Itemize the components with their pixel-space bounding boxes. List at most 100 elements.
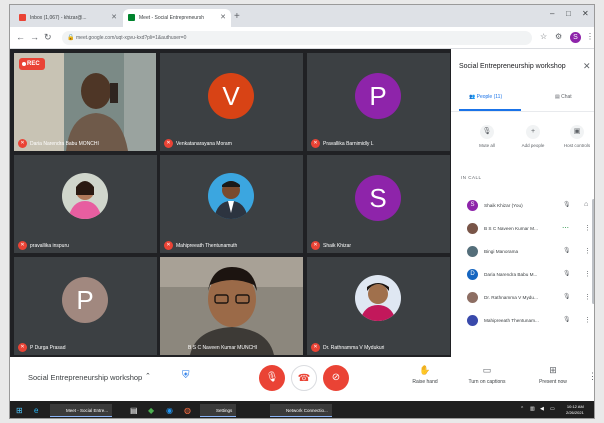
more-options-icon[interactable]: ⋮ — [584, 224, 591, 232]
participant-name: P Durga Prasad — [30, 345, 66, 351]
participant-tile[interactable]: B S C Naveen Kumar MUNCHI — [160, 257, 303, 355]
participant-name: Shaik Khizar — [323, 243, 352, 249]
captions-button[interactable]: ▭ Turn on captions — [460, 365, 514, 385]
participant-name: Daria Narendra Babu MONCHI — [30, 141, 99, 147]
tab-people[interactable]: 👥 People (11) — [469, 94, 502, 100]
more-options-icon[interactable]: ⋮ — [584, 293, 591, 301]
close-window-icon[interactable]: ✕ — [582, 9, 589, 18]
close-tab-icon[interactable]: ✕ — [220, 13, 226, 21]
chevron-up-icon[interactable]: ⌃ — [145, 372, 151, 380]
back-icon[interactable]: ← — [16, 32, 25, 42]
participant-row[interactable]: D Daria Narendra Babu M... 🎙 ⋮ — [451, 264, 594, 286]
mic-off-icon: 🎙 — [480, 125, 494, 139]
participant-tile[interactable]: ✕ pravallika inspuru — [14, 155, 157, 253]
taskbar-app-label: Settings — [216, 408, 233, 413]
recording-badge: REC — [19, 58, 45, 70]
more-options-icon[interactable]: ⋮ — [584, 316, 591, 324]
more-options-icon[interactable]: ⋮ — [588, 371, 594, 382]
participant-name: Mahipreeath Thentunamuth — [176, 243, 238, 249]
close-panel-icon[interactable]: ✕ — [583, 61, 591, 72]
more-options-icon[interactable]: ⋮ — [584, 270, 591, 278]
maximize-icon[interactable]: □ — [566, 9, 571, 18]
keyboard-icon[interactable]: ▭ — [550, 406, 555, 412]
participant-row[interactable]: Bingi Manorama 🎙 ⋮ — [451, 241, 594, 263]
network-icon[interactable]: ▥ — [530, 406, 535, 412]
participant-avatar — [467, 246, 478, 257]
shield-icon[interactable]: ⛨ — [182, 370, 190, 381]
minimize-icon[interactable]: – — [550, 9, 554, 18]
volume-icon[interactable]: ◀ — [540, 406, 544, 412]
camera-off-icon: ⊘ — [331, 372, 341, 383]
participant-tile[interactable]: S ✕ Shaik Khizar — [307, 155, 450, 253]
participant-avatar: V — [208, 73, 254, 119]
edge-icon[interactable]: e — [34, 404, 38, 417]
hand-icon: ✋ — [419, 365, 431, 375]
mic-off-icon: 🎙 — [563, 202, 571, 208]
participant-row[interactable]: Dr. Rathnamma V Mydu... 🎙 ⋮ — [451, 287, 594, 309]
participant-row[interactable]: S Shaik Khizar (You) 🎙 ⌂ — [451, 195, 594, 217]
present-icon: ⊞ — [549, 365, 557, 375]
tab-meet[interactable]: Meet - Social Entrepreneursh ✕ — [123, 9, 231, 27]
participant-photo — [62, 173, 108, 219]
panel-scrollbar[interactable] — [592, 199, 594, 304]
in-call-heading: IN CALL — [461, 175, 482, 180]
bookmark-star-icon[interactable]: ☆ — [540, 32, 547, 41]
participant-tile[interactable]: ✕ Mahipreeath Thentunamuth — [160, 155, 303, 253]
pin-icon[interactable]: ⌂ — [584, 201, 588, 208]
browser-menu-icon[interactable]: ⋮ — [586, 32, 594, 41]
people-icon: 👥 — [469, 94, 476, 100]
video-grid: REC ✕ Daria Narendra Babu MONCHI V ✕ Ven… — [10, 49, 451, 357]
store-icon[interactable]: ◆ — [148, 404, 154, 417]
muted-icon: ✕ — [18, 343, 27, 352]
file-explorer-icon[interactable]: ▤ — [130, 404, 138, 417]
present-now-button[interactable]: ⊞ Present now — [526, 365, 580, 385]
muted-icon: ✕ — [164, 139, 173, 148]
leave-call-button[interactable]: ☎ — [291, 365, 317, 391]
new-tab-button[interactable]: + — [234, 11, 240, 22]
microphone-toggle-button[interactable]: 🎙 — [259, 365, 285, 391]
camera-toggle-button[interactable]: ⊘ — [323, 365, 349, 391]
add-people-button[interactable]: + Add people — [513, 125, 553, 148]
participant-tile[interactable]: ✕ Dr. Rathnamma V Mydukuri — [307, 257, 450, 355]
address-bar[interactable]: 🔒 meet.google.com/uqt-xgvu-kxd?pli=1&aut… — [62, 31, 532, 45]
participant-avatar: S — [467, 200, 478, 211]
taskbar-app-network[interactable]: Network Connectio... — [270, 404, 332, 417]
participant-avatar: P — [355, 73, 401, 119]
tab-chat[interactable]: ▤ Chat — [555, 94, 572, 100]
gmail-icon — [19, 14, 26, 21]
tab-gmail[interactable]: Inbox (1,067) - khizar@... ✕ — [14, 9, 122, 27]
participant-tile[interactable]: P ✕ Pravallika Barnimidly L — [307, 53, 450, 151]
muted-icon: ✕ — [311, 241, 320, 250]
windows-start-icon[interactable]: ⊞ — [16, 404, 23, 417]
host-controls-button[interactable]: ▣ Host controls — [557, 125, 594, 148]
profile-avatar[interactable]: S — [570, 32, 581, 43]
meeting-details-button[interactable]: Social Entrepreneurship workshop — [28, 373, 142, 382]
extensions-icon[interactable]: ⚙ — [555, 32, 562, 41]
participant-tile[interactable]: V ✕ Venkatanarayana Moram — [160, 53, 303, 151]
taskbar-app-chrome[interactable]: Meet - Social Entre... — [50, 404, 113, 417]
app-icon[interactable]: ◉ — [166, 404, 173, 417]
reload-icon[interactable]: ↻ — [44, 32, 52, 43]
firefox-icon[interactable]: ◍ — [184, 404, 191, 417]
tray-chevron-icon[interactable]: ⌃ — [520, 406, 524, 412]
raise-hand-button[interactable]: ✋ Raise hand — [398, 365, 452, 385]
panel-title: Social Entrepreneurship workshop — [459, 63, 566, 70]
taskbar-clock[interactable]: 10:12 AM 2/26/2021 — [566, 404, 584, 416]
participant-avatar — [467, 315, 478, 326]
participant-tile[interactable]: P ✕ P Durga Prasad — [14, 257, 157, 355]
participant-tile[interactable]: REC ✕ Daria Narendra Babu MONCHI — [14, 53, 156, 151]
tab-chat-label: Chat — [561, 94, 572, 100]
taskbar-app-label: Network Connectio... — [286, 408, 328, 413]
participant-row[interactable]: B S C Naveen Kumar M... ⋯ ⋮ — [451, 218, 594, 240]
muted-icon: ✕ — [18, 139, 27, 148]
participant-name: B S C Naveen Kumar MUNCHI — [188, 345, 258, 351]
more-options-icon[interactable]: ⋮ — [584, 247, 591, 255]
raise-hand-label: Raise hand — [412, 379, 438, 385]
mute-all-button[interactable]: 🎙 Mute all — [467, 125, 507, 148]
forward-icon[interactable]: → — [30, 32, 39, 42]
close-tab-icon[interactable]: ✕ — [111, 13, 117, 21]
participant-name: Venkatanarayana Moram — [176, 141, 232, 147]
taskbar-app-settings[interactable]: Settings — [200, 404, 237, 417]
mic-off-icon: 🎙 — [265, 372, 279, 383]
participant-row[interactable]: Mahipreeath Thentunam... 🎙 ⋮ — [451, 310, 594, 332]
